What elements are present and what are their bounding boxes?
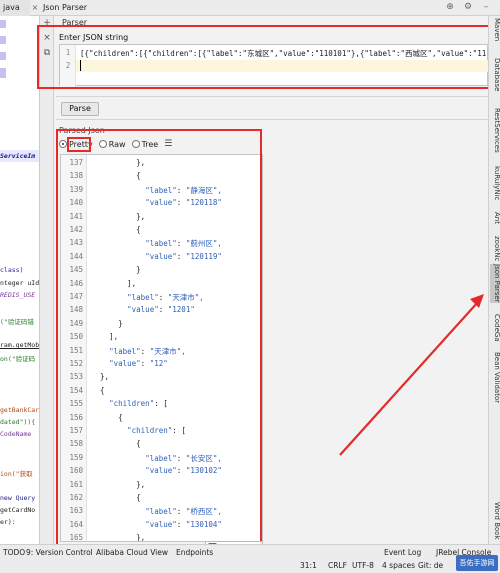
tool-window-tab[interactable]: Word Book [490, 502, 500, 540]
divider [56, 119, 488, 120]
tab-java[interactable]: java [0, 0, 30, 16]
line-separator[interactable]: CRLF [328, 561, 347, 570]
gutter-marker [0, 36, 6, 44]
ide-window: { "window": { "tabs": [ {"label": "java"… [0, 0, 500, 573]
code-line: class) [0, 266, 24, 274]
annotation-box [56, 129, 262, 557]
tool-window-tab[interactable]: Maven [490, 18, 500, 41]
code-editor-left[interactable]: ServiceIm class) nteger uId REDIS_USE ("… [0, 16, 40, 544]
code-line: ("验证码错 [0, 318, 34, 326]
code-line: ram.getMob [0, 341, 40, 349]
endpoints-tab[interactable]: Endpoints [176, 548, 213, 557]
gutter-marker [0, 52, 6, 60]
tool-window-tab[interactable]: RestServices [490, 108, 500, 153]
status-bar: TODO 9: Version Control Alibaba Cloud Vi… [0, 544, 500, 573]
right-tool-strip: Maven Database RestServices kuRulyNic Ant zoo… [488, 16, 500, 544]
todo-tab[interactable]: TODO [3, 548, 25, 557]
tool-window-tab[interactable]: Database [490, 58, 500, 91]
code-line: er): [0, 518, 16, 526]
file-encoding[interactable]: UTF-8 [352, 561, 374, 570]
parse-button[interactable]: Parse [61, 102, 99, 116]
watermark-logo: 吾佑手游网 [456, 555, 498, 571]
tool-window-tab[interactable]: zookNc [490, 236, 500, 261]
tool-window-tab[interactable]: CodeGa [490, 314, 500, 342]
tool-window-tab[interactable]: kuRulyNic [490, 166, 500, 200]
code-line: REDIS_USE [0, 291, 36, 299]
gutter-marker [0, 20, 6, 28]
code-line: on("验证码 [0, 355, 36, 363]
globe-icon[interactable]: ⊕ [444, 1, 456, 13]
tool-window-tab[interactable]: Ant [490, 212, 500, 224]
close-tab-icon[interactable]: × [30, 0, 40, 16]
title-bar: java × Json Parser ⊕ ⚙ – [0, 0, 500, 16]
annotation-box [37, 25, 499, 89]
tool-window-tab[interactable]: Bean Validator [490, 352, 500, 403]
gear-icon[interactable]: ⚙ [462, 1, 474, 13]
code-line: ion("获取 [0, 470, 33, 478]
json-parser-panel: + × ⧉ Parser Enter JSON string 1 2 [{"ch… [37, 16, 499, 557]
code-line: getCardNo [0, 506, 36, 514]
divider [56, 96, 488, 97]
indent-setting[interactable]: 4 spaces [382, 561, 415, 570]
code-line: dated")){ [0, 418, 36, 426]
cursor-position[interactable]: 31:1 [300, 561, 317, 570]
panel-toolbar: + × ⧉ [40, 16, 54, 544]
tab-json-parser[interactable]: Json Parser [40, 0, 124, 16]
version-control-tab[interactable]: 9: Version Control [26, 548, 93, 557]
event-log-tab[interactable]: Event Log [384, 548, 421, 557]
code-line: nteger uId [0, 279, 40, 287]
minimize-icon[interactable]: – [480, 1, 492, 13]
gutter-marker [0, 68, 6, 78]
code-line: ServiceIm [0, 152, 36, 160]
alibaba-cloud-tab[interactable]: Alibaba Cloud View [96, 548, 168, 557]
git-branch[interactable]: Git: de [418, 561, 443, 570]
code-line: new Query [0, 494, 36, 502]
code-line: CodeName [0, 430, 32, 438]
tool-window-tab[interactable]: Json Parser [490, 264, 500, 303]
code-line: getBankCar [0, 406, 40, 414]
